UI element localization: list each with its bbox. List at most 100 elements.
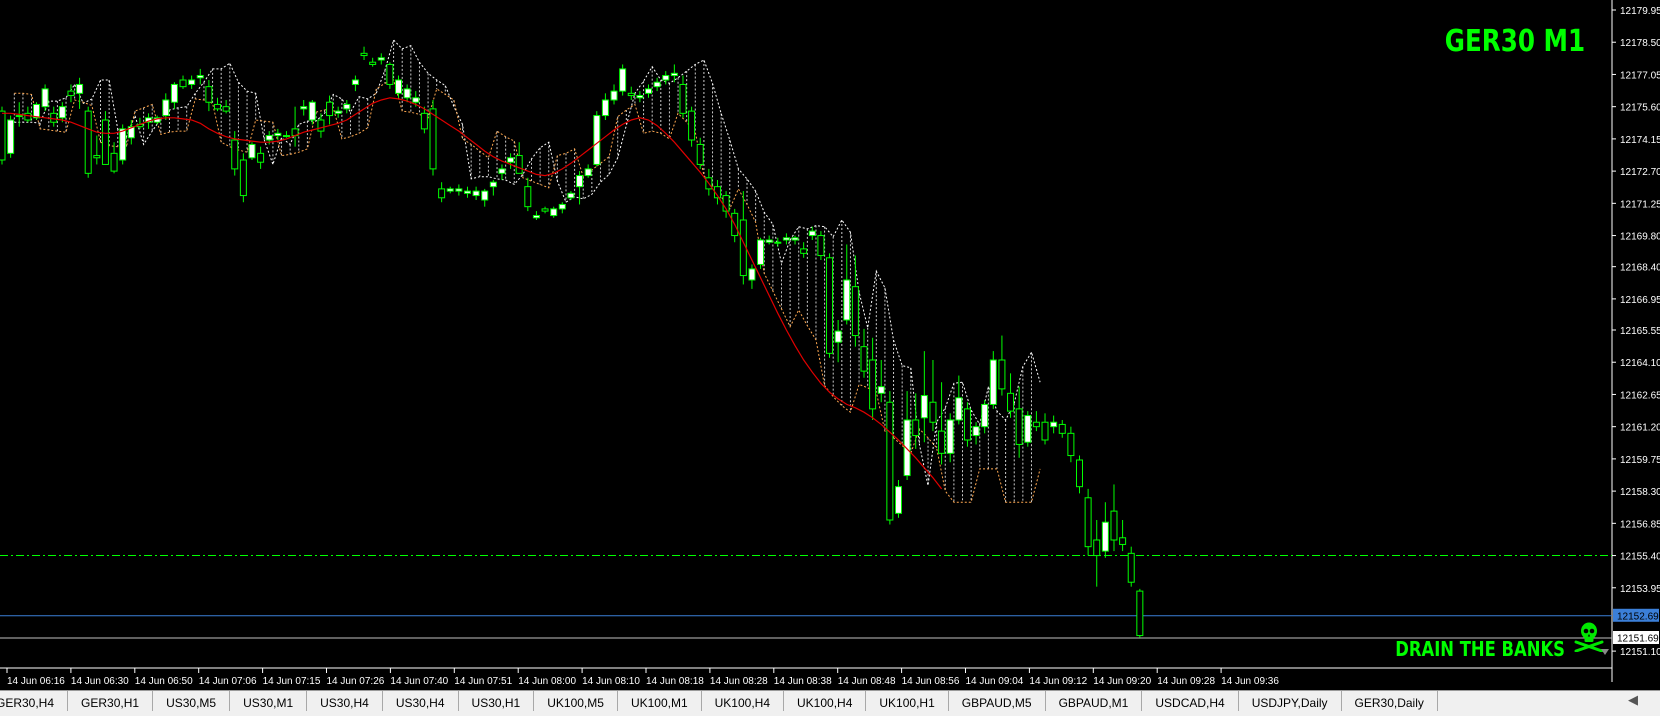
- candle-body: [929, 401, 937, 423]
- tab-us30-h4-2[interactable]: US30,H4: [383, 691, 459, 711]
- chart-area[interactable]: 12179.95 12178.50 12177.05 12175.60 12174.15…: [0, 0, 1660, 690]
- candle-body: [1058, 423, 1066, 434]
- candle-body: [84, 110, 92, 174]
- tab-uk100-h1[interactable]: UK100,H1: [866, 691, 949, 711]
- current-price-label: 12152.69: [1617, 611, 1659, 622]
- candle-body: [817, 235, 825, 257]
- candle-body: [584, 168, 592, 177]
- y-tick-label: 12169.80: [1620, 232, 1660, 243]
- x-tick-label: 14 Jun 09:04: [966, 676, 1024, 687]
- tab-scroll-left-icon[interactable]: ◀: [1626, 692, 1640, 708]
- y-tick-label: 12172.70: [1620, 167, 1660, 178]
- y-tick-label: 12158.30: [1620, 487, 1660, 498]
- tab-usdjpy-daily[interactable]: USDJPY,Daily: [1239, 691, 1342, 711]
- y-tick-label: 12156.85: [1620, 519, 1660, 530]
- tab-usdcad-h4[interactable]: USDCAD,H4: [1142, 691, 1239, 711]
- y-tick-label: 12174.15: [1620, 135, 1660, 146]
- candle-body: [455, 188, 463, 192]
- candle-body: [601, 99, 609, 117]
- x-tick-label: 14 Jun 08:18: [646, 676, 704, 687]
- candle-body: [343, 103, 351, 110]
- tab-uk100-m1[interactable]: UK100,M1: [618, 691, 702, 711]
- x-tick-label: 14 Jun 07:15: [263, 676, 321, 687]
- cloud-span-b: [14, 79, 1041, 503]
- x-tick-label: 14 Jun 08:28: [710, 676, 768, 687]
- candle-body: [1032, 421, 1040, 428]
- x-tick-label: 14 Jun 06:30: [71, 676, 129, 687]
- candle-body: [7, 119, 15, 154]
- candle-body: [532, 215, 540, 219]
- candle-body: [989, 359, 997, 405]
- candle-body: [377, 57, 385, 61]
- candle-body: [1050, 421, 1058, 428]
- candle-body: [231, 139, 239, 170]
- candle-body: [50, 112, 58, 123]
- tab-uk100-h4[interactable]: UK100,H4: [702, 691, 785, 711]
- candle-body: [170, 83, 178, 103]
- candle-body: [265, 135, 273, 141]
- candle-body: [222, 106, 230, 112]
- candle-body: [610, 90, 618, 101]
- candle-body: [791, 237, 799, 241]
- candle-body: [248, 143, 256, 159]
- tab-us30-m5[interactable]: US30,M5: [153, 691, 231, 711]
- tab-gbpaud-m1[interactable]: GBPAUD,M1: [1046, 691, 1143, 711]
- candle-body: [765, 239, 773, 243]
- tab-ger30-h1[interactable]: GER30,H1: [68, 691, 154, 711]
- candle-body: [1119, 537, 1127, 545]
- price-chart[interactable]: 12179.95 12178.50 12177.05 12175.60 12174.15…: [0, 0, 1660, 690]
- candle-body: [1084, 497, 1092, 548]
- candle-body: [1007, 392, 1015, 412]
- tab-ger30-daily[interactable]: GER30,Daily: [1342, 691, 1438, 711]
- x-tick-label: 14 Jun 06:50: [135, 676, 193, 687]
- chart-shift-icon[interactable]: [1600, 648, 1610, 658]
- candle-body: [972, 426, 980, 437]
- bid-price-label: 12151.69: [1617, 634, 1659, 645]
- candle-body: [619, 68, 627, 92]
- candle-body: [808, 230, 816, 237]
- candle-body: [920, 395, 928, 419]
- candle-body: [386, 63, 394, 85]
- tab-us30-h1[interactable]: US30,H1: [459, 691, 535, 711]
- x-tick-label: 14 Jun 08:48: [838, 676, 896, 687]
- tab-uk100-m5[interactable]: UK100,M5: [534, 691, 618, 711]
- candle-body: [1127, 552, 1135, 583]
- candle-body: [196, 75, 204, 79]
- y-tick-label: 12166.95: [1620, 295, 1660, 306]
- x-tick-label: 14 Jun 09:36: [1221, 676, 1279, 687]
- candle-body: [998, 359, 1006, 390]
- candle-body: [1076, 459, 1083, 488]
- tab-us30-m1[interactable]: US30,M1: [230, 691, 308, 711]
- candle-body: [308, 101, 316, 121]
- candle-body: [481, 190, 489, 201]
- candle-body: [205, 86, 213, 103]
- y-tick-label: 12159.75: [1620, 455, 1660, 466]
- candle-body: [360, 52, 368, 57]
- x-tick-label: 14 Jun 07:40: [390, 676, 448, 687]
- candle-body: [179, 79, 187, 88]
- tab-gbpaud-m5[interactable]: GBPAUD,M5: [949, 691, 1046, 711]
- tab-ger30-h4[interactable]: GER30,H4: [0, 691, 69, 711]
- candle-body: [32, 103, 40, 119]
- candle-body: [653, 81, 661, 88]
- candle-body: [274, 132, 282, 137]
- candle-body: [507, 157, 515, 163]
- tab-uk100-h4-2[interactable]: UK100,H4: [784, 691, 867, 711]
- candle-body: [334, 110, 342, 114]
- chart-symbol-title: GER30 M1: [1444, 24, 1585, 59]
- candle-body: [860, 346, 868, 372]
- candle-body: [774, 241, 782, 244]
- candle-body: [239, 159, 247, 197]
- x-tick-label: 14 Jun 08:00: [518, 676, 576, 687]
- candle-body: [558, 203, 566, 210]
- candle-body: [1067, 432, 1075, 457]
- candle-body: [679, 83, 687, 114]
- x-tick-label: 14 Jun 08:56: [902, 676, 960, 687]
- y-tick-label: 12162.65: [1620, 390, 1660, 401]
- candle-body: [963, 408, 971, 441]
- candle-body: [498, 168, 506, 174]
- chart-tabs-bar: GER30,H4 GER30,H1 US30,M5 US30,M1 US30,H…: [0, 690, 1660, 716]
- tab-us30-h4[interactable]: US30,H4: [307, 691, 383, 711]
- candle-body: [843, 279, 851, 321]
- candle-body: [912, 419, 920, 437]
